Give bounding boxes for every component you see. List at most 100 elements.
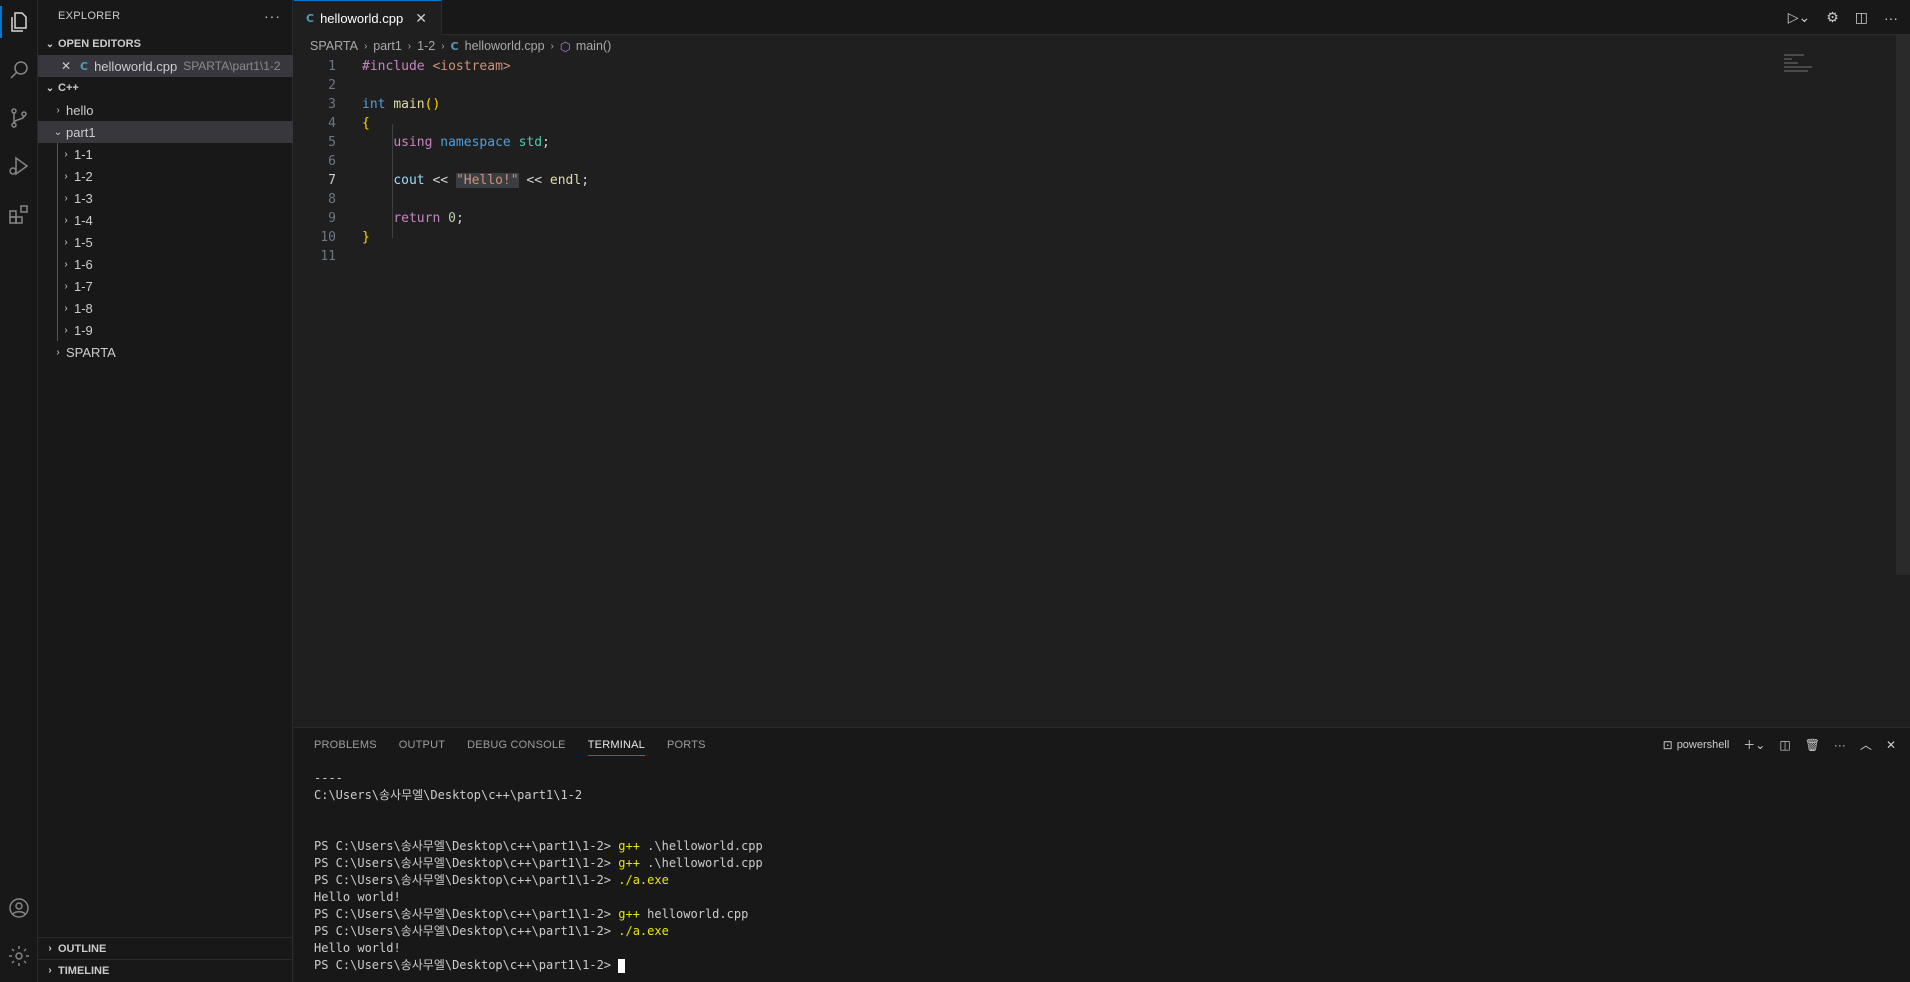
- tree-item-label: 1-7: [74, 278, 93, 294]
- tree-item-part1[interactable]: ⌄ part1: [38, 121, 293, 143]
- run-debug-icon[interactable]: [0, 146, 38, 186]
- editor-actions: ▷⌄ ⚙ ◫ ···: [1788, 0, 1898, 35]
- terminal-shell-label[interactable]: powershell: [1677, 739, 1730, 751]
- minimap[interactable]: [1784, 54, 1824, 78]
- maximize-panel-icon[interactable]: ︿: [1860, 736, 1872, 753]
- timeline-section[interactable]: › TIMELINE: [38, 959, 293, 981]
- code-token: std: [518, 135, 543, 150]
- open-editors-label: OPEN EDITORS: [58, 38, 141, 50]
- breadcrumb-item[interactable]: SPARTA: [310, 39, 358, 53]
- tree-item-1-4[interactable]: › 1-4: [38, 209, 293, 231]
- more-icon[interactable]: ···: [1884, 10, 1898, 26]
- cpp-file-icon: C: [80, 59, 89, 73]
- tree-item-sparta[interactable]: › SPARTA: [38, 341, 293, 363]
- editor-scrollbar[interactable]: [1896, 35, 1910, 575]
- tree-item-1-8[interactable]: › 1-8: [38, 297, 293, 319]
- tab-debug-console[interactable]: DEBUG CONSOLE: [467, 739, 566, 751]
- explorer-icon[interactable]: [0, 2, 38, 42]
- breadcrumb-item[interactable]: main(): [576, 39, 611, 53]
- tree-item-hello[interactable]: › hello: [38, 99, 293, 121]
- code-editor[interactable]: 1 #include <iostream> 2 3 int main() 4 {…: [294, 57, 1894, 727]
- tree-item-label: 1-1: [74, 146, 93, 162]
- terminal-output[interactable]: ---- C:\Users\송사무엘\Desktop\c++\part1\1-2…: [314, 770, 763, 974]
- code-line: 6: [294, 152, 1894, 171]
- tree-item-label: 1-4: [74, 212, 93, 228]
- tab-output[interactable]: OUTPUT: [399, 739, 445, 751]
- terminal-prompt: PS C:\Users\송사무엘\Desktop\c++\part1\1-2>: [314, 958, 619, 972]
- tree-item-1-9[interactable]: › 1-9: [38, 319, 293, 341]
- tree-item-label: 1-5: [74, 234, 93, 250]
- outline-label: OUTLINE: [58, 942, 107, 955]
- cpp-file-icon: C: [306, 11, 315, 25]
- line-number: 2: [328, 78, 336, 93]
- tab-helloworld[interactable]: C helloworld.cpp ✕: [294, 0, 442, 35]
- code-token: ;: [581, 173, 590, 188]
- explorer-header: EXPLORER ···: [38, 0, 293, 32]
- folder-section-cpp[interactable]: ⌄ C++: [38, 77, 293, 99]
- line-number: 8: [328, 192, 336, 207]
- tree-item-1-5[interactable]: › 1-5: [38, 231, 293, 253]
- close-icon[interactable]: ✕: [415, 10, 427, 27]
- tree-item-1-6[interactable]: › 1-6: [38, 253, 293, 275]
- close-panel-icon[interactable]: ✕: [1886, 738, 1896, 752]
- more-actions-icon[interactable]: ···: [264, 8, 281, 24]
- chevron-down-icon: ⌄: [45, 38, 55, 50]
- chevron-right-icon: ›: [48, 965, 52, 976]
- terminal-prompt: PS C:\Users\송사무엘\Desktop\c++\part1\1-2>: [314, 873, 619, 887]
- tree-item-1-3[interactable]: › 1-3: [38, 187, 293, 209]
- chevron-right-icon: ›: [64, 170, 68, 182]
- code-token: return: [393, 211, 441, 226]
- open-editor-item[interactable]: ✕ C helloworld.cpp SPARTA\part1\1-2: [38, 55, 293, 77]
- editor-tab-bar: C helloworld.cpp ✕ ▷⌄ ⚙ ◫ ···: [294, 0, 1910, 35]
- tree-item-label: hello: [66, 102, 94, 118]
- line-number: 7: [328, 173, 336, 188]
- search-icon[interactable]: [0, 50, 38, 90]
- source-control-icon[interactable]: [0, 98, 38, 138]
- tree-item-label: part1: [66, 124, 96, 140]
- more-icon[interactable]: ···: [1834, 738, 1846, 752]
- tree-item-1-2[interactable]: › 1-2: [38, 165, 293, 187]
- terminal-prompt: PS C:\Users\송사무엘\Desktop\c++\part1\1-2>: [314, 907, 619, 921]
- bottom-panel: PROBLEMS OUTPUT DEBUG CONSOLE TERMINAL P…: [294, 727, 1910, 982]
- tab-terminal[interactable]: TERMINAL: [587, 739, 645, 756]
- breadcrumb-item[interactable]: 1-2: [417, 39, 435, 53]
- tab-problems[interactable]: PROBLEMS: [314, 739, 377, 751]
- split-terminal-icon[interactable]: ◫: [1779, 738, 1790, 752]
- code-token: 0: [448, 211, 456, 226]
- breadcrumb-item[interactable]: helloworld.cpp: [465, 39, 545, 53]
- line-number: 3: [328, 97, 336, 112]
- cpp-file-icon: C: [450, 39, 459, 53]
- breadcrumb-item[interactable]: part1: [373, 39, 402, 53]
- code-token: cout: [393, 173, 425, 188]
- chevron-right-icon: ›: [64, 258, 68, 270]
- chevron-right-icon: ›: [64, 214, 68, 226]
- code-line: 11: [294, 247, 1894, 266]
- tree-item-label: 1-8: [74, 300, 93, 316]
- line-number: 6: [328, 154, 336, 169]
- tab-ports[interactable]: PORTS: [667, 739, 706, 751]
- terminal-command: g++: [618, 907, 640, 921]
- manage-gear-icon[interactable]: [0, 936, 38, 976]
- chevron-right-icon: ›: [64, 324, 68, 336]
- split-editor-icon[interactable]: ◫: [1855, 9, 1868, 26]
- folder-label: C++: [58, 82, 79, 94]
- terminal-arg: .\helloworld.cpp: [639, 856, 763, 870]
- gear-icon[interactable]: ⚙: [1826, 9, 1839, 26]
- tree-item-1-1[interactable]: › 1-1: [38, 143, 293, 165]
- trash-icon[interactable]: 🗑: [1805, 738, 1820, 752]
- extensions-icon[interactable]: [0, 194, 38, 234]
- new-terminal-icon[interactable]: ＋⌄: [1743, 736, 1765, 753]
- tree-item-label: SPARTA: [66, 344, 116, 360]
- run-icon[interactable]: ▷⌄: [1788, 9, 1811, 26]
- account-icon[interactable]: [0, 888, 38, 928]
- code-line: 5 using namespace std;: [294, 133, 1894, 152]
- terminal-prompt: PS C:\Users\송사무엘\Desktop\c++\part1\1-2>: [314, 856, 619, 870]
- open-editors-section[interactable]: ⌄ OPEN EDITORS: [38, 33, 293, 55]
- close-icon[interactable]: ✕: [58, 59, 74, 73]
- code-token: <iostream>: [432, 59, 511, 74]
- open-editor-path: SPARTA\part1\1-2: [183, 59, 281, 73]
- terminal-prompt: PS C:\Users\송사무엘\Desktop\c++\part1\1-2>: [314, 839, 619, 853]
- tree-item-1-7[interactable]: › 1-7: [38, 275, 293, 297]
- outline-section[interactable]: › OUTLINE: [38, 937, 293, 959]
- explorer-title: EXPLORER: [58, 10, 121, 22]
